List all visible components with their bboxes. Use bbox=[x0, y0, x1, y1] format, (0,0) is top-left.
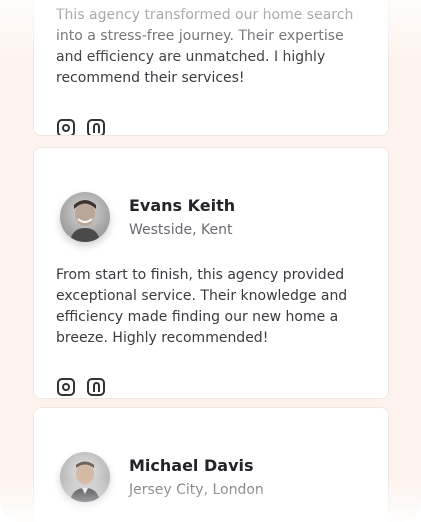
testimonial-card: Evans Keith Westside, Kent From start to… bbox=[33, 147, 389, 399]
instagram-icon[interactable] bbox=[57, 119, 75, 135]
reviewer-location: Westside, Kent bbox=[129, 221, 233, 238]
social-links bbox=[57, 378, 117, 396]
avatar bbox=[60, 452, 110, 502]
instagram-icon[interactable] bbox=[57, 378, 75, 396]
reviewer-name: Evans Keith bbox=[129, 195, 236, 215]
testimonial-card: This agency transformed our home search … bbox=[33, 0, 389, 136]
facebook-icon[interactable] bbox=[87, 378, 105, 396]
reviewer-photo bbox=[60, 192, 110, 242]
testimonial-quote: From start to finish, this agency provid… bbox=[56, 267, 348, 346]
reviewer-photo bbox=[60, 452, 110, 502]
reviewer: Evans Keith Westside, Kent bbox=[60, 192, 235, 242]
reviewer-location: Jersey City, London bbox=[129, 481, 264, 498]
avatar bbox=[60, 192, 110, 242]
testimonial-quote: This agency transformed our home search … bbox=[56, 7, 354, 86]
testimonial-card: Michael Davis Jersey City, London bbox=[33, 407, 389, 522]
facebook-icon[interactable] bbox=[87, 119, 105, 135]
reviewer: Michael Davis Jersey City, London bbox=[60, 452, 264, 502]
testimonials-section: This agency transformed our home search … bbox=[0, 0, 421, 522]
reviewer-name: Michael Davis bbox=[129, 455, 254, 475]
social-links bbox=[57, 119, 117, 135]
